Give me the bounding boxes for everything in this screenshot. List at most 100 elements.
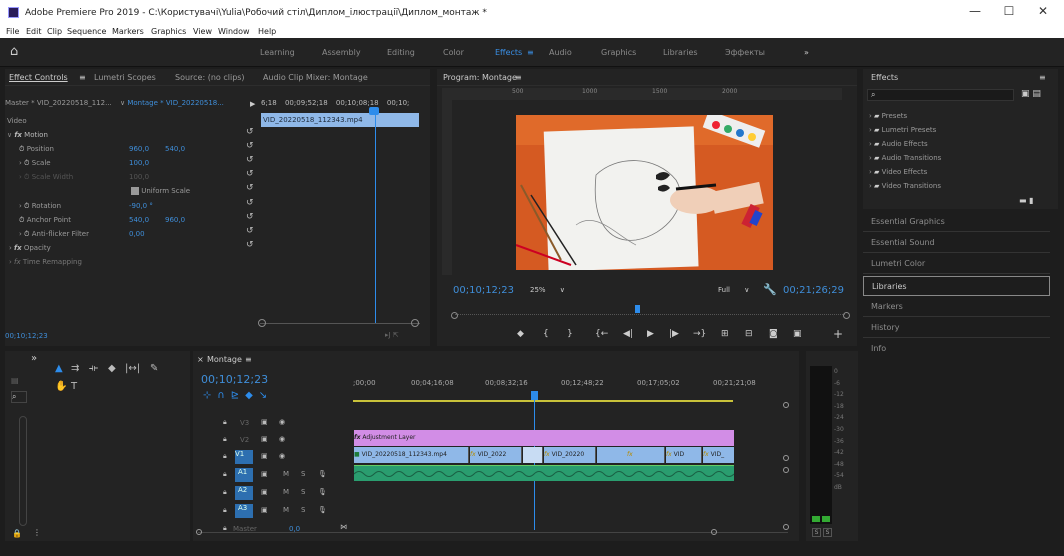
track-master[interactable]: 🔒︎ Master 0,0 ⋈ (193, 521, 547, 538)
workspace-graphics[interactable]: Graphics (601, 48, 636, 57)
timeline-playhead-handle[interactable] (531, 391, 538, 400)
panel-markers[interactable]: Markers (863, 297, 1050, 317)
menu-edit[interactable]: Edit (26, 27, 42, 36)
mark-in-icon[interactable]: { (543, 329, 549, 339)
reset-icon[interactable]: ↺ (246, 240, 254, 250)
panel-essential-graphics[interactable]: Essential Graphics (863, 212, 1050, 232)
step-back-icon[interactable]: ◀| (623, 329, 633, 339)
extract-icon[interactable]: ⊟ (745, 329, 753, 339)
folder-audio-effects[interactable]: › ▰ Audio Effects (869, 138, 928, 150)
workspace-learning[interactable]: Learning (260, 48, 295, 57)
opacity-row[interactable]: › fx Opacity (9, 242, 51, 254)
v1-clip[interactable] (523, 447, 543, 463)
v1-clip[interactable]: ■ VID_20220518_112343.mp4 (354, 447, 469, 463)
zoom-handle[interactable] (258, 319, 266, 327)
work-area-bar[interactable] (353, 400, 733, 402)
zoom-select[interactable]: 25% ∨ (530, 286, 565, 294)
vertical-scrollbar[interactable] (19, 416, 27, 526)
tab-menu-icon[interactable]: ≡ (79, 73, 86, 82)
track-a3[interactable]: 🔒︎ A3 ▣ M S 🎙︎ (193, 503, 547, 520)
workspace-effects[interactable]: Effects (495, 48, 522, 57)
menu-sequence[interactable]: Sequence (67, 27, 106, 36)
type-tool-icon[interactable]: T (71, 381, 77, 392)
step-forward-icon[interactable]: |▶ (669, 329, 679, 339)
folder-video-transitions[interactable]: › ▰ Video Transitions (869, 180, 941, 192)
lock-icon[interactable]: 🔒 (12, 529, 22, 538)
home-icon[interactable]: ⌂ (10, 44, 18, 59)
folder-presets[interactable]: › ▰ Presets (869, 110, 907, 122)
wrench-icon[interactable]: 🔧 (763, 283, 777, 296)
reset-icon[interactable]: ↺ (246, 198, 254, 208)
sequence-clip-label[interactable]: Montage * VID_20220518... (127, 99, 224, 107)
maximize-button[interactable]: ☐ (994, 4, 1024, 20)
add-button-icon[interactable]: + (833, 327, 843, 341)
selection-tool-icon[interactable]: ▲ (55, 363, 63, 374)
track-a2[interactable]: 🔒︎ A2 ▣ M S 🎙︎ (193, 485, 547, 502)
anti-flicker-row[interactable]: › ⏱ Anti-flicker Filter 0,00 (19, 228, 249, 240)
hand-tool-icon[interactable]: ✋ (55, 381, 67, 392)
ripple-edit-icon[interactable]: ⟛ (89, 363, 98, 374)
a1-audio-clip[interactable] (354, 465, 734, 481)
reset-icon[interactable]: ↺ (246, 169, 254, 179)
v1-clip[interactable]: fx VID (666, 447, 702, 463)
scale-row[interactable]: › ⏱ Scale 100,0 (19, 157, 249, 169)
tab-montage[interactable]: Montage (207, 355, 242, 364)
quality-select[interactable]: Full ∨ (718, 286, 749, 294)
v1-clip[interactable]: fx VID_2022 (470, 447, 522, 463)
new-folder-icon[interactable]: ▬ ▮ (1019, 196, 1034, 205)
play-clip-icon[interactable]: ▶ (250, 100, 255, 108)
play-icon[interactable]: ▶ (647, 329, 654, 339)
project-icon[interactable]: ▤ (11, 376, 27, 386)
ec-clip-bar[interactable]: VID_20220518_112343.mp4 (261, 113, 419, 127)
position-row[interactable]: ⏱ Position 960,0 540,0 (19, 143, 249, 155)
tab-program-monitor[interactable]: Program: Montage (443, 73, 517, 82)
razor-tool-icon[interactable]: ◆ (108, 363, 116, 374)
uniform-scale-checkbox[interactable]: Uniform Scale (131, 185, 190, 197)
panel-lumetri-color[interactable]: Lumetri Color (863, 254, 1050, 274)
workspace-custom[interactable]: Эффекты (725, 48, 765, 57)
panel-history[interactable]: History (863, 318, 1050, 338)
workspace-overflow[interactable]: » (804, 48, 809, 57)
v1-clip[interactable]: fx (597, 447, 665, 463)
solo-left-button[interactable]: S (812, 528, 821, 537)
workspace-menu-icon[interactable]: ≡ (527, 48, 534, 57)
lift-icon[interactable]: ⊞ (721, 329, 729, 339)
workspace-editing[interactable]: Editing (387, 48, 415, 57)
track-select-icon[interactable]: ⇉ (71, 363, 79, 374)
more-icon[interactable]: ⋮ (33, 528, 41, 537)
program-scrubber[interactable] (455, 314, 845, 319)
comparison-view-icon[interactable]: ▣ (793, 329, 802, 339)
timeline-timecode[interactable]: 00;10;12;23 (201, 373, 268, 386)
menu-clip[interactable]: Clip (47, 27, 62, 36)
time-remapping-row[interactable]: › fx Time Remapping (9, 256, 82, 268)
workspace-libraries[interactable]: Libraries (663, 48, 698, 57)
timeline-close-icon[interactable]: × (197, 355, 204, 364)
menu-view[interactable]: View (193, 27, 212, 36)
go-to-in-icon[interactable]: {← (595, 329, 608, 339)
reset-icon[interactable]: ↺ (246, 212, 254, 222)
ec-filter-icon[interactable]: ▸J ⇱ (385, 331, 399, 339)
pen-tool-icon[interactable]: ✎ (150, 363, 158, 374)
menu-window[interactable]: Window (218, 27, 250, 36)
go-to-out-icon[interactable]: →} (693, 329, 706, 339)
zoom-handle[interactable] (411, 319, 419, 327)
search-icon[interactable]: ⌕ (11, 391, 27, 403)
panel-libraries[interactable]: Libraries (863, 276, 1050, 296)
effects-search-input[interactable]: ⌕ (867, 89, 1014, 101)
panel-essential-sound[interactable]: Essential Sound (863, 233, 1050, 253)
menu-file[interactable]: File (6, 27, 19, 36)
workspace-color[interactable]: Color (443, 48, 464, 57)
tab-lumetri-scopes[interactable]: Lumetri Scopes (94, 73, 156, 82)
program-timecode[interactable]: 00;10;12;23 (453, 285, 514, 296)
minimize-button[interactable]: — (960, 4, 990, 20)
menu-graphics[interactable]: Graphics (151, 27, 186, 36)
tab-audio-clip-mixer[interactable]: Audio Clip Mixer: Montage (263, 73, 368, 82)
menu-help[interactable]: Help (258, 27, 276, 36)
add-marker-icon[interactable]: ◆ (517, 329, 524, 339)
new-bin-icon[interactable]: ▣ ▤ (1021, 89, 1041, 99)
ec-playhead-handle[interactable] (369, 107, 379, 115)
reset-icon[interactable]: ↺ (246, 141, 254, 151)
timeline-tool-icons[interactable]: ⊹∩⊵◆↘ (203, 390, 273, 401)
reset-icon[interactable]: ↺ (246, 226, 254, 236)
tab-menu-icon[interactable]: ≡ (245, 355, 252, 364)
